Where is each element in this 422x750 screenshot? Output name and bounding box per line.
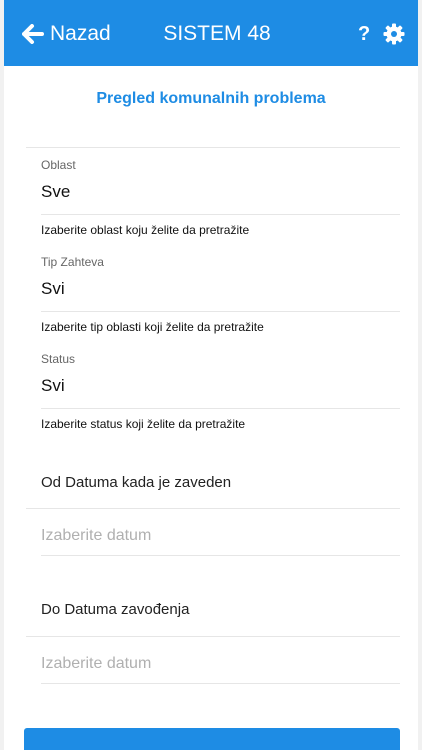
gear-icon[interactable] xyxy=(383,23,405,45)
top-bar: Nazad SISTEM 48 ? xyxy=(4,0,418,66)
tip-zahteva-hint: Izaberite tip oblasti koji želite da pre… xyxy=(41,320,264,334)
date-from-input[interactable] xyxy=(41,521,383,551)
divider xyxy=(41,683,400,684)
divider xyxy=(41,311,400,312)
status-hint: Izaberite status koji želite da pretraži… xyxy=(41,417,246,431)
divider xyxy=(41,408,400,409)
oblast-select[interactable]: Sve xyxy=(41,182,70,202)
divider xyxy=(26,636,400,637)
divider xyxy=(26,147,400,148)
app-title: SISTEM 48 xyxy=(163,22,271,45)
divider xyxy=(41,555,400,556)
divider xyxy=(41,214,400,215)
divider xyxy=(26,508,400,509)
tip-zahteva-label: Tip Zahteva xyxy=(41,255,104,269)
tip-zahteva-select[interactable]: Svi xyxy=(41,279,65,299)
status-label: Status xyxy=(41,352,76,366)
oblast-hint: Izaberite oblast koju želite da pretraži… xyxy=(41,223,250,237)
filter-form: Pregled komunalnih problema Oblast Sve I… xyxy=(4,66,418,750)
help-button[interactable]: ? xyxy=(358,20,370,48)
back-button[interactable]: Nazad xyxy=(22,20,111,48)
date-from-label: Od Datuma kada je zaveden xyxy=(41,474,232,491)
status-select[interactable]: Svi xyxy=(41,376,65,396)
search-button[interactable] xyxy=(24,728,400,750)
date-to-input[interactable] xyxy=(41,649,383,679)
date-to-label: Do Datuma zavođenja xyxy=(41,601,190,618)
arrow-left-icon xyxy=(22,24,44,44)
back-label: Nazad xyxy=(50,22,111,45)
oblast-label: Oblast xyxy=(41,158,76,172)
page-title: Pregled komunalnih problema xyxy=(96,90,326,107)
